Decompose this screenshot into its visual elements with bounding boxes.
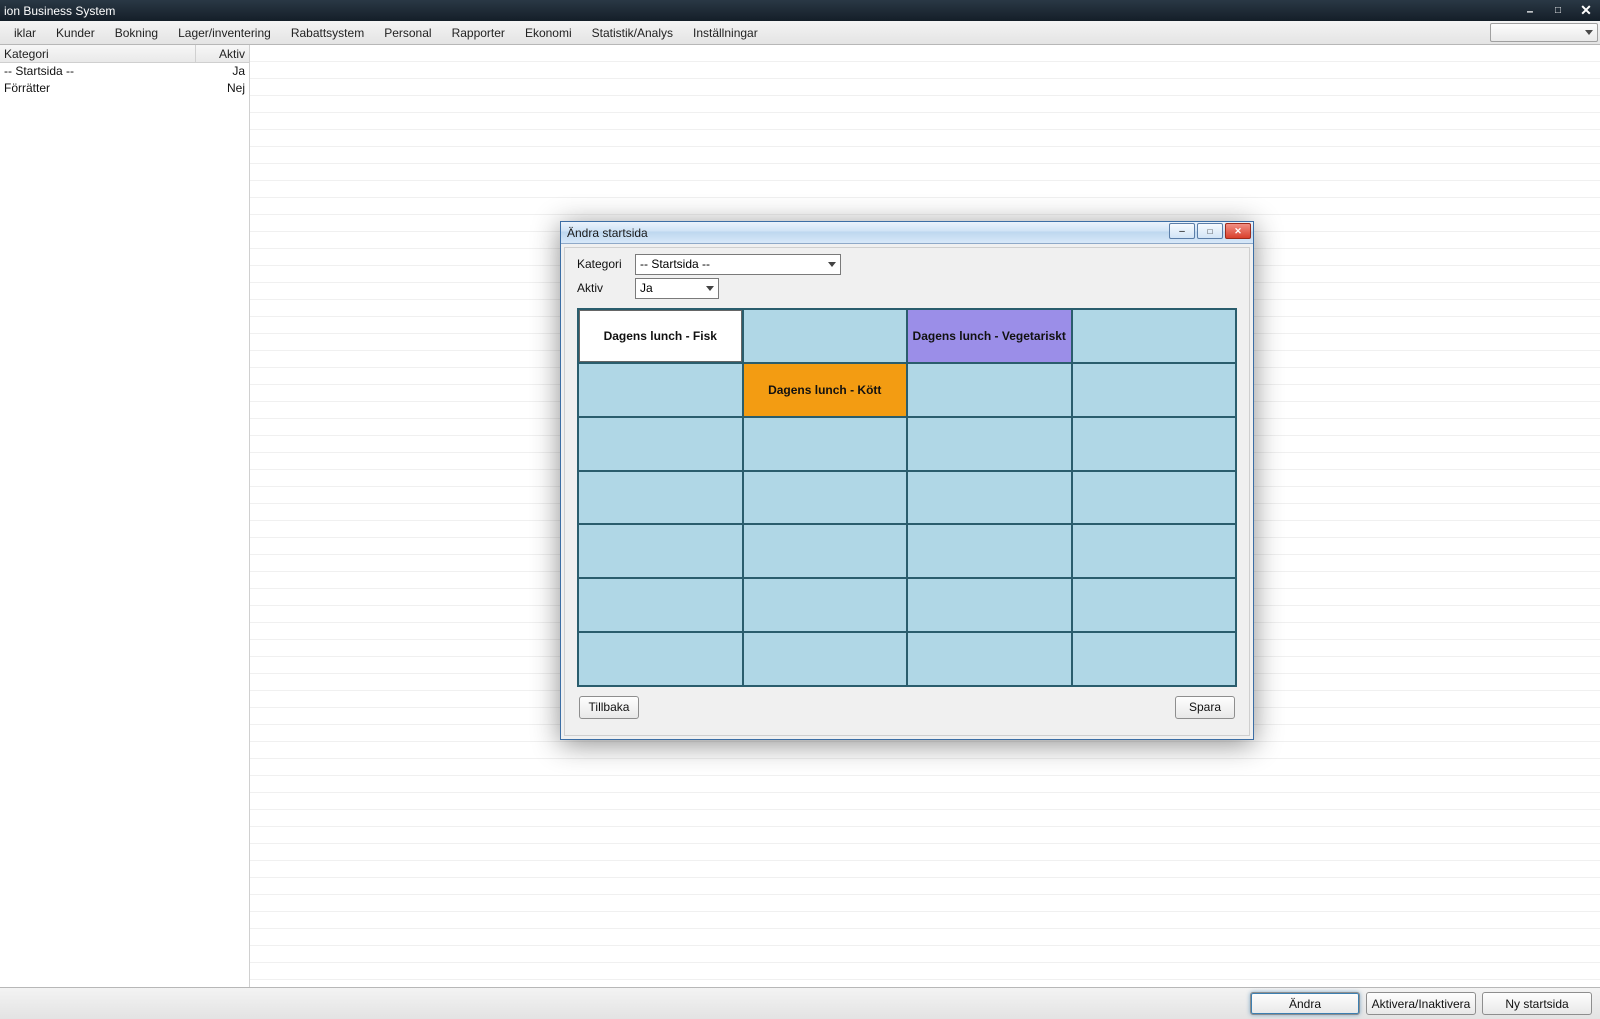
main-pane: Ändra startsida Kategori -- Startsida -- [250, 45, 1600, 987]
new-startpage-button[interactable]: Ny startsida [1482, 992, 1592, 1015]
grid-cell[interactable] [1073, 633, 1236, 685]
grid-cell[interactable] [1073, 310, 1236, 362]
list-cell-name: -- Startsida -- [0, 63, 195, 80]
grid-cell[interactable] [579, 579, 742, 631]
menu-item[interactable]: Personal [374, 21, 441, 44]
grid-cell[interactable] [579, 525, 742, 577]
menu-item[interactable]: Statistik/Analys [582, 21, 683, 44]
dialog-title: Ändra startsida [567, 226, 648, 240]
list-row[interactable]: Förrätter Nej [0, 80, 249, 97]
dialog-titlebar: Ändra startsida [561, 222, 1253, 244]
list-rows: -- Startsida -- Ja Förrätter Nej [0, 63, 249, 987]
list-header-col2[interactable]: Aktiv [195, 45, 249, 62]
grid-cell[interactable] [908, 579, 1071, 631]
menu-item[interactable]: Rabattsystem [281, 21, 374, 44]
edit-button[interactable]: Ändra [1250, 992, 1360, 1015]
dialog-close-icon[interactable] [1225, 223, 1251, 239]
grid-cell[interactable] [1073, 472, 1236, 524]
menu-item[interactable]: Ekonomi [515, 21, 582, 44]
menu-item[interactable]: Rapporter [442, 21, 515, 44]
dialog-body: Kategori -- Startsida -- Aktiv Ja Dagens… [564, 247, 1250, 736]
back-button-label: Tillbaka [589, 700, 630, 714]
list-row[interactable]: -- Startsida -- Ja [0, 63, 249, 80]
maximize-icon[interactable] [1544, 0, 1572, 21]
grid-cell[interactable]: Dagens lunch - Fisk [579, 310, 742, 362]
grid-cell[interactable] [1073, 525, 1236, 577]
save-button[interactable]: Spara [1175, 696, 1235, 719]
grid-cell[interactable] [744, 579, 907, 631]
grid-cell[interactable]: Dagens lunch - Vegetariskt [908, 310, 1071, 362]
toggle-active-button-label: Aktivera/Inaktivera [1372, 997, 1471, 1011]
close-icon[interactable] [1572, 0, 1600, 21]
toggle-active-button[interactable]: Aktivera/Inaktivera [1366, 992, 1476, 1015]
grid-cell[interactable] [908, 364, 1071, 416]
list-header: Kategori Aktiv [0, 45, 249, 63]
app-title: ion Business System [4, 4, 115, 18]
field-active: Aktiv Ja [577, 276, 1237, 300]
grid-cell[interactable]: Dagens lunch - Kött [744, 364, 907, 416]
dialog-controls [1169, 222, 1253, 243]
category-list: Kategori Aktiv -- Startsida -- Ja Förrät… [0, 45, 250, 987]
grid-cell[interactable] [908, 418, 1071, 470]
list-cell-active: Nej [195, 80, 249, 97]
grid-cell[interactable] [1073, 418, 1236, 470]
back-button[interactable]: Tillbaka [579, 696, 639, 719]
grid-cell[interactable] [579, 418, 742, 470]
list-cell-name: Förrätter [0, 80, 195, 97]
toolbar-dropdown[interactable] [1490, 23, 1598, 42]
grid-cell[interactable] [908, 472, 1071, 524]
grid-cell[interactable] [744, 525, 907, 577]
grid-cell[interactable] [908, 633, 1071, 685]
active-select-value: Ja [640, 281, 653, 295]
grid-cell[interactable] [744, 418, 907, 470]
menu-item[interactable]: Lager/inventering [168, 21, 281, 44]
grid-cell[interactable] [579, 633, 742, 685]
grid-cell[interactable] [579, 472, 742, 524]
grid-cell[interactable] [1073, 364, 1236, 416]
new-startpage-button-label: Ny startsida [1505, 997, 1568, 1011]
minimize-icon[interactable] [1516, 0, 1544, 21]
bottom-toolbar: Ändra Aktivera/Inaktivera Ny startsida [0, 987, 1600, 1019]
grid-cell[interactable] [744, 310, 907, 362]
menu-item[interactable]: Kunder [46, 21, 105, 44]
window-controls [1516, 0, 1600, 21]
startpage-grid: Dagens lunch - Fisk Dagens lunch - Vegeta… [577, 308, 1237, 687]
list-cell-active: Ja [195, 63, 249, 80]
dialog-footer: Tillbaka Spara [577, 687, 1237, 727]
menu-item[interactable]: Inställningar [683, 21, 768, 44]
menubar: iklar Kunder Bokning Lager/inventering R… [0, 21, 1600, 45]
edit-button-label: Ändra [1289, 997, 1321, 1011]
active-select[interactable]: Ja [635, 278, 719, 299]
app-titlebar: ion Business System [0, 0, 1600, 21]
grid-cell[interactable] [579, 364, 742, 416]
category-select[interactable]: -- Startsida -- [635, 254, 841, 275]
grid-cell[interactable] [1073, 579, 1236, 631]
content-area: Kategori Aktiv -- Startsida -- Ja Förrät… [0, 45, 1600, 987]
category-select-value: -- Startsida -- [640, 257, 710, 271]
dialog-window: Ändra startsida Kategori -- Startsida -- [560, 221, 1254, 740]
field-category: Kategori -- Startsida -- [577, 252, 1237, 276]
menu-item[interactable]: Bokning [105, 21, 168, 44]
menu-item[interactable]: iklar [4, 21, 46, 44]
grid-cell[interactable] [744, 633, 907, 685]
field-active-label: Aktiv [577, 281, 627, 295]
dialog-maximize-icon[interactable] [1197, 223, 1223, 239]
grid-cell[interactable] [908, 525, 1071, 577]
list-header-col1[interactable]: Kategori [0, 45, 195, 62]
save-button-label: Spara [1189, 700, 1221, 714]
grid-cell[interactable] [744, 472, 907, 524]
dialog-minimize-icon[interactable] [1169, 223, 1195, 239]
field-category-label: Kategori [577, 257, 627, 271]
